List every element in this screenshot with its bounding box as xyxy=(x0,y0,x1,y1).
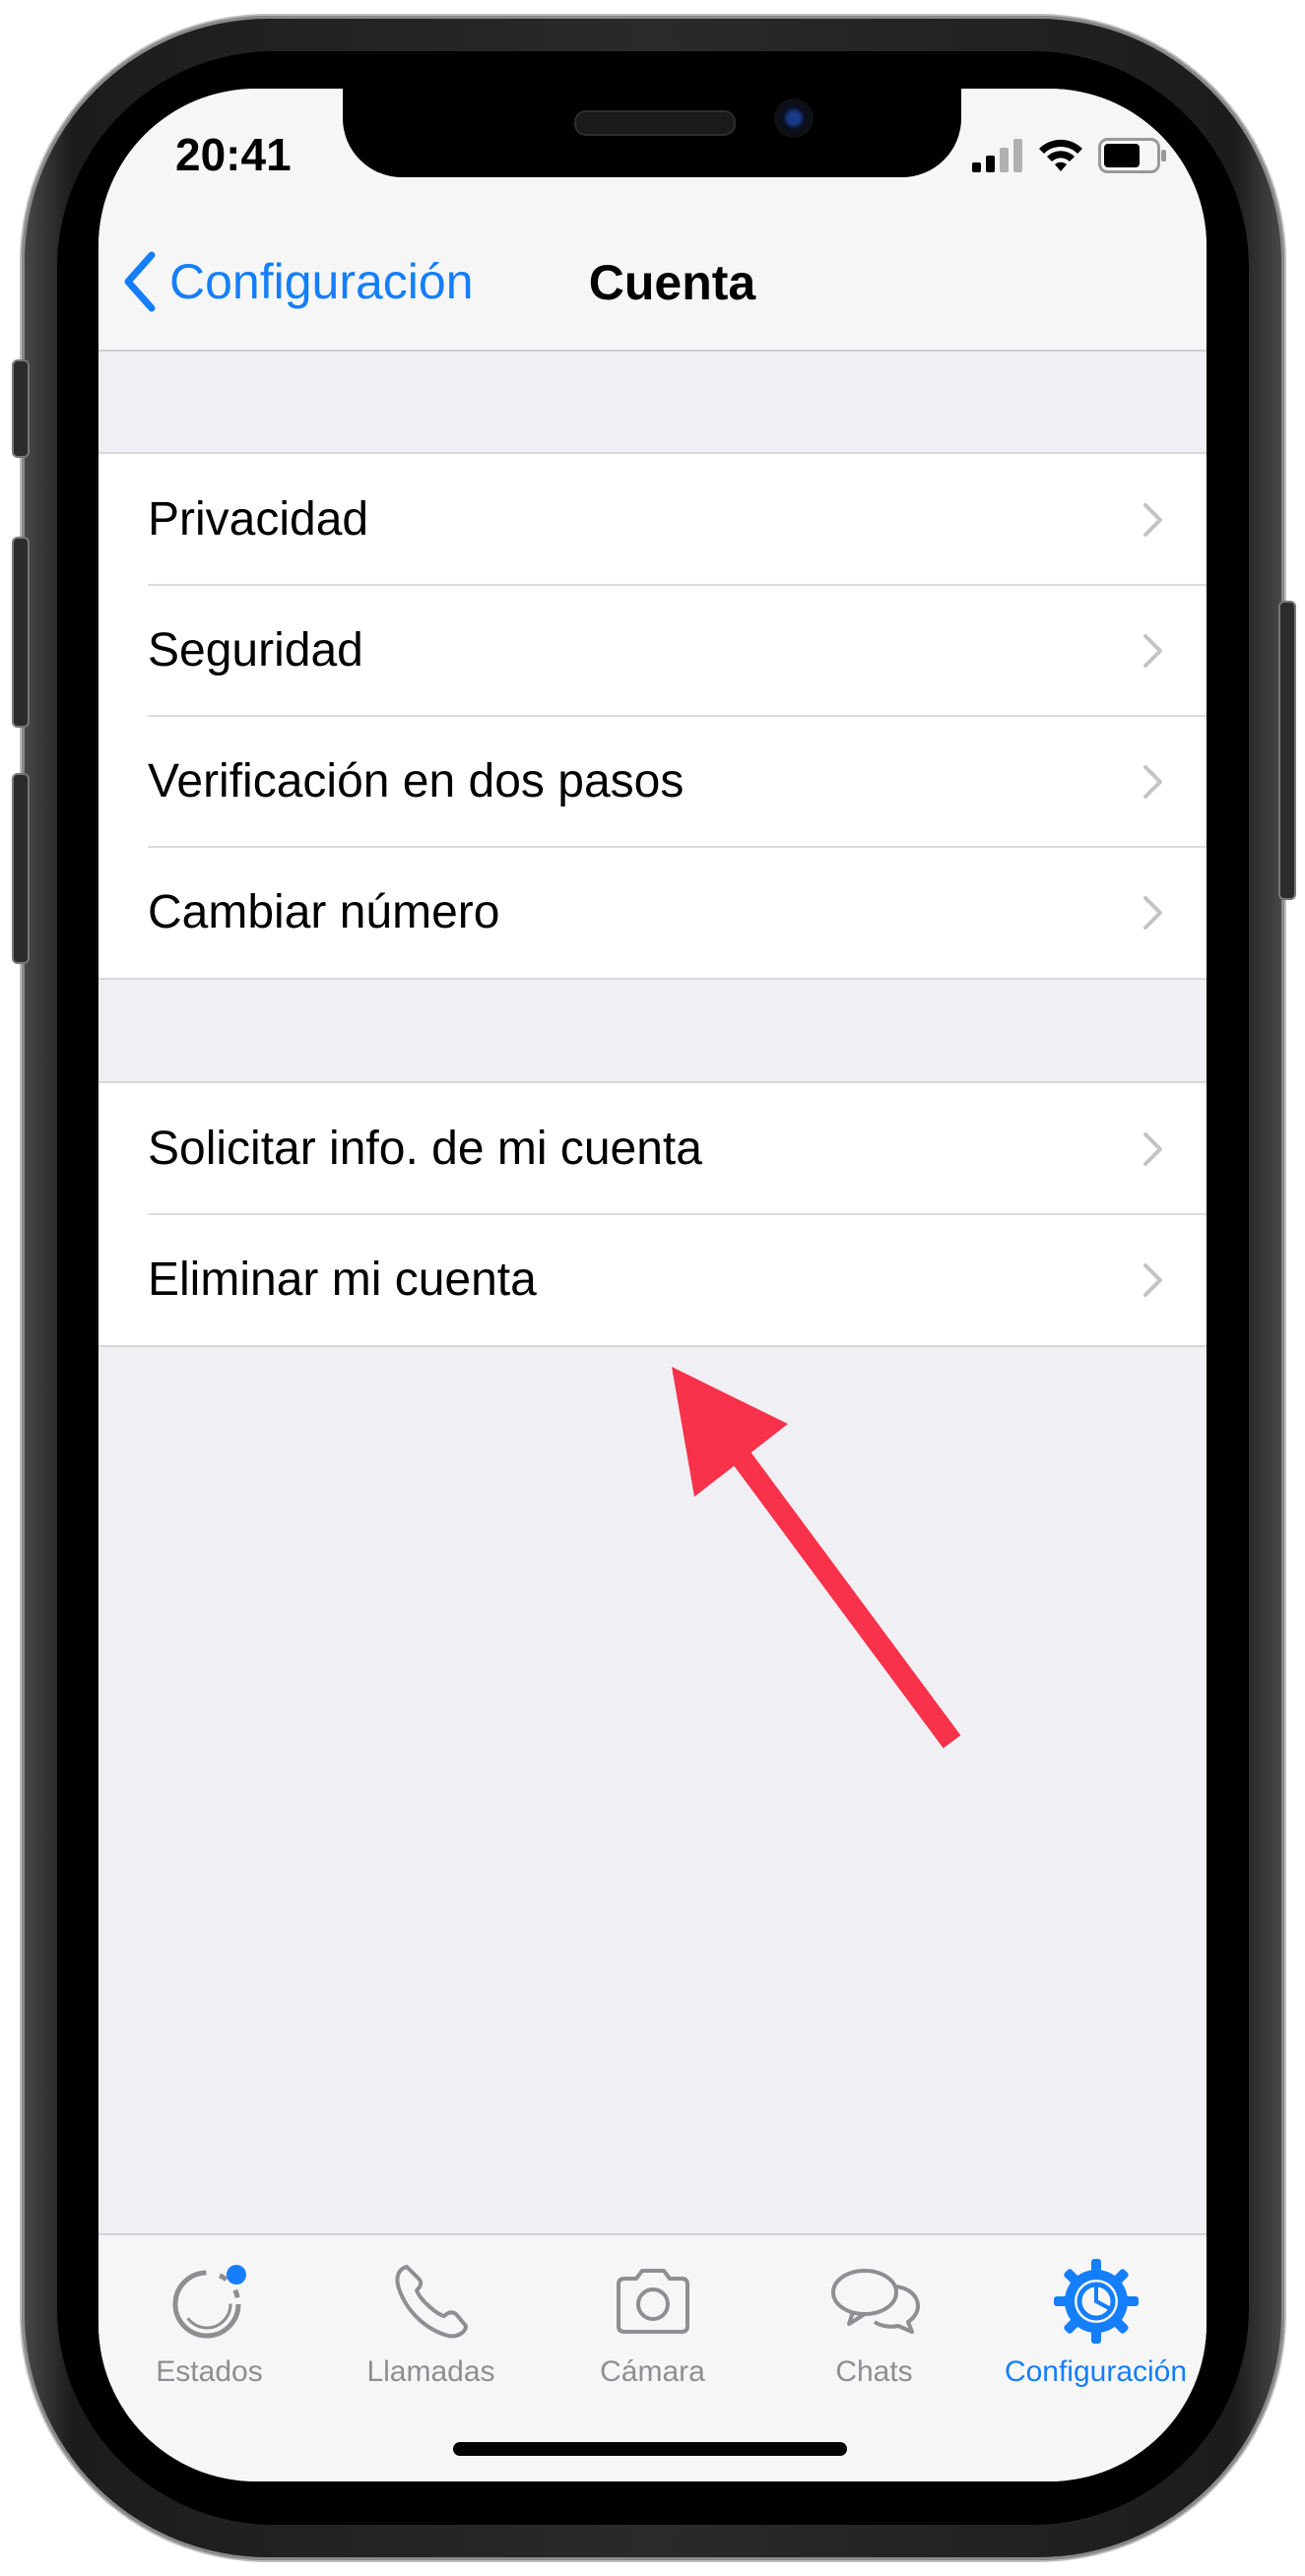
notch xyxy=(343,89,961,177)
list-item-label: Eliminar mi cuenta xyxy=(148,1254,537,1306)
list-item-request-account-info[interactable]: Solicitar info. de mi cuenta xyxy=(98,1083,1207,1214)
chevron-right-icon xyxy=(1143,895,1162,930)
front-camera xyxy=(774,98,814,138)
camera-icon xyxy=(616,2269,689,2334)
page-title: Cuenta xyxy=(588,255,756,310)
chevron-right-icon xyxy=(1143,633,1162,668)
list-item-label: Cambiar número xyxy=(148,886,500,938)
list-item-security[interactable]: Seguridad xyxy=(98,584,1207,716)
silent-switch xyxy=(12,359,30,458)
list-item-label: Verificación en dos pasos xyxy=(148,755,685,807)
phone-icon xyxy=(394,2265,468,2339)
tab-llamadas[interactable]: Llamadas xyxy=(320,2257,542,2389)
account-data-group: Solicitar info. de mi cuenta Eliminar mi… xyxy=(98,1081,1207,1347)
tab-camara[interactable]: Cámara xyxy=(542,2257,763,2389)
screen: 20:41 Configuración Cuenta Privacidad Se… xyxy=(98,89,1207,2481)
tab-estados[interactable]: Estados xyxy=(98,2257,320,2389)
power-button xyxy=(1278,601,1296,900)
status-time: 20:41 xyxy=(175,129,292,180)
list-item-two-step-verification[interactable]: Verificación en dos pasos xyxy=(98,715,1207,847)
list-item-change-number[interactable]: Cambiar número xyxy=(98,846,1207,978)
volume-down-button xyxy=(12,773,30,964)
chevron-right-icon xyxy=(1143,1262,1162,1297)
status-ring-icon xyxy=(172,2265,246,2339)
chevron-right-icon xyxy=(1143,764,1162,799)
wifi-icon xyxy=(1039,139,1082,171)
list-item-delete-account[interactable]: Eliminar mi cuenta xyxy=(98,1213,1207,1345)
tab-label: Llamadas xyxy=(366,2355,495,2388)
tab-label: Configuración xyxy=(1004,2355,1188,2388)
battery-icon xyxy=(1098,138,1166,173)
tab-label: Estados xyxy=(156,2355,263,2388)
chevron-right-icon xyxy=(1143,502,1162,537)
chevron-right-icon xyxy=(1143,1131,1162,1166)
list-item-label: Seguridad xyxy=(148,624,363,676)
tab-bar: Estados Llamadas Cámara Chats Configurac… xyxy=(98,2233,1207,2481)
tab-label: Chats xyxy=(835,2355,913,2388)
tab-label: Cámara xyxy=(600,2355,705,2388)
tab-chats[interactable]: Chats xyxy=(763,2257,985,2389)
speaker-grille xyxy=(574,110,736,136)
gear-icon xyxy=(1053,2259,1139,2344)
list-item-label: Solicitar info. de mi cuenta xyxy=(148,1123,702,1175)
list-item-label: Privacidad xyxy=(148,493,369,546)
tab-configuracion[interactable]: Configuración xyxy=(985,2257,1207,2389)
account-settings-group: Privacidad Seguridad Verificación en dos… xyxy=(98,452,1207,980)
list-item-privacy[interactable]: Privacidad xyxy=(98,454,1207,585)
chat-bubbles-icon xyxy=(830,2269,920,2334)
home-indicator[interactable] xyxy=(453,2442,847,2456)
cellular-signal-icon xyxy=(972,139,1022,172)
volume-up-button xyxy=(12,537,30,728)
status-icons xyxy=(972,136,1167,175)
